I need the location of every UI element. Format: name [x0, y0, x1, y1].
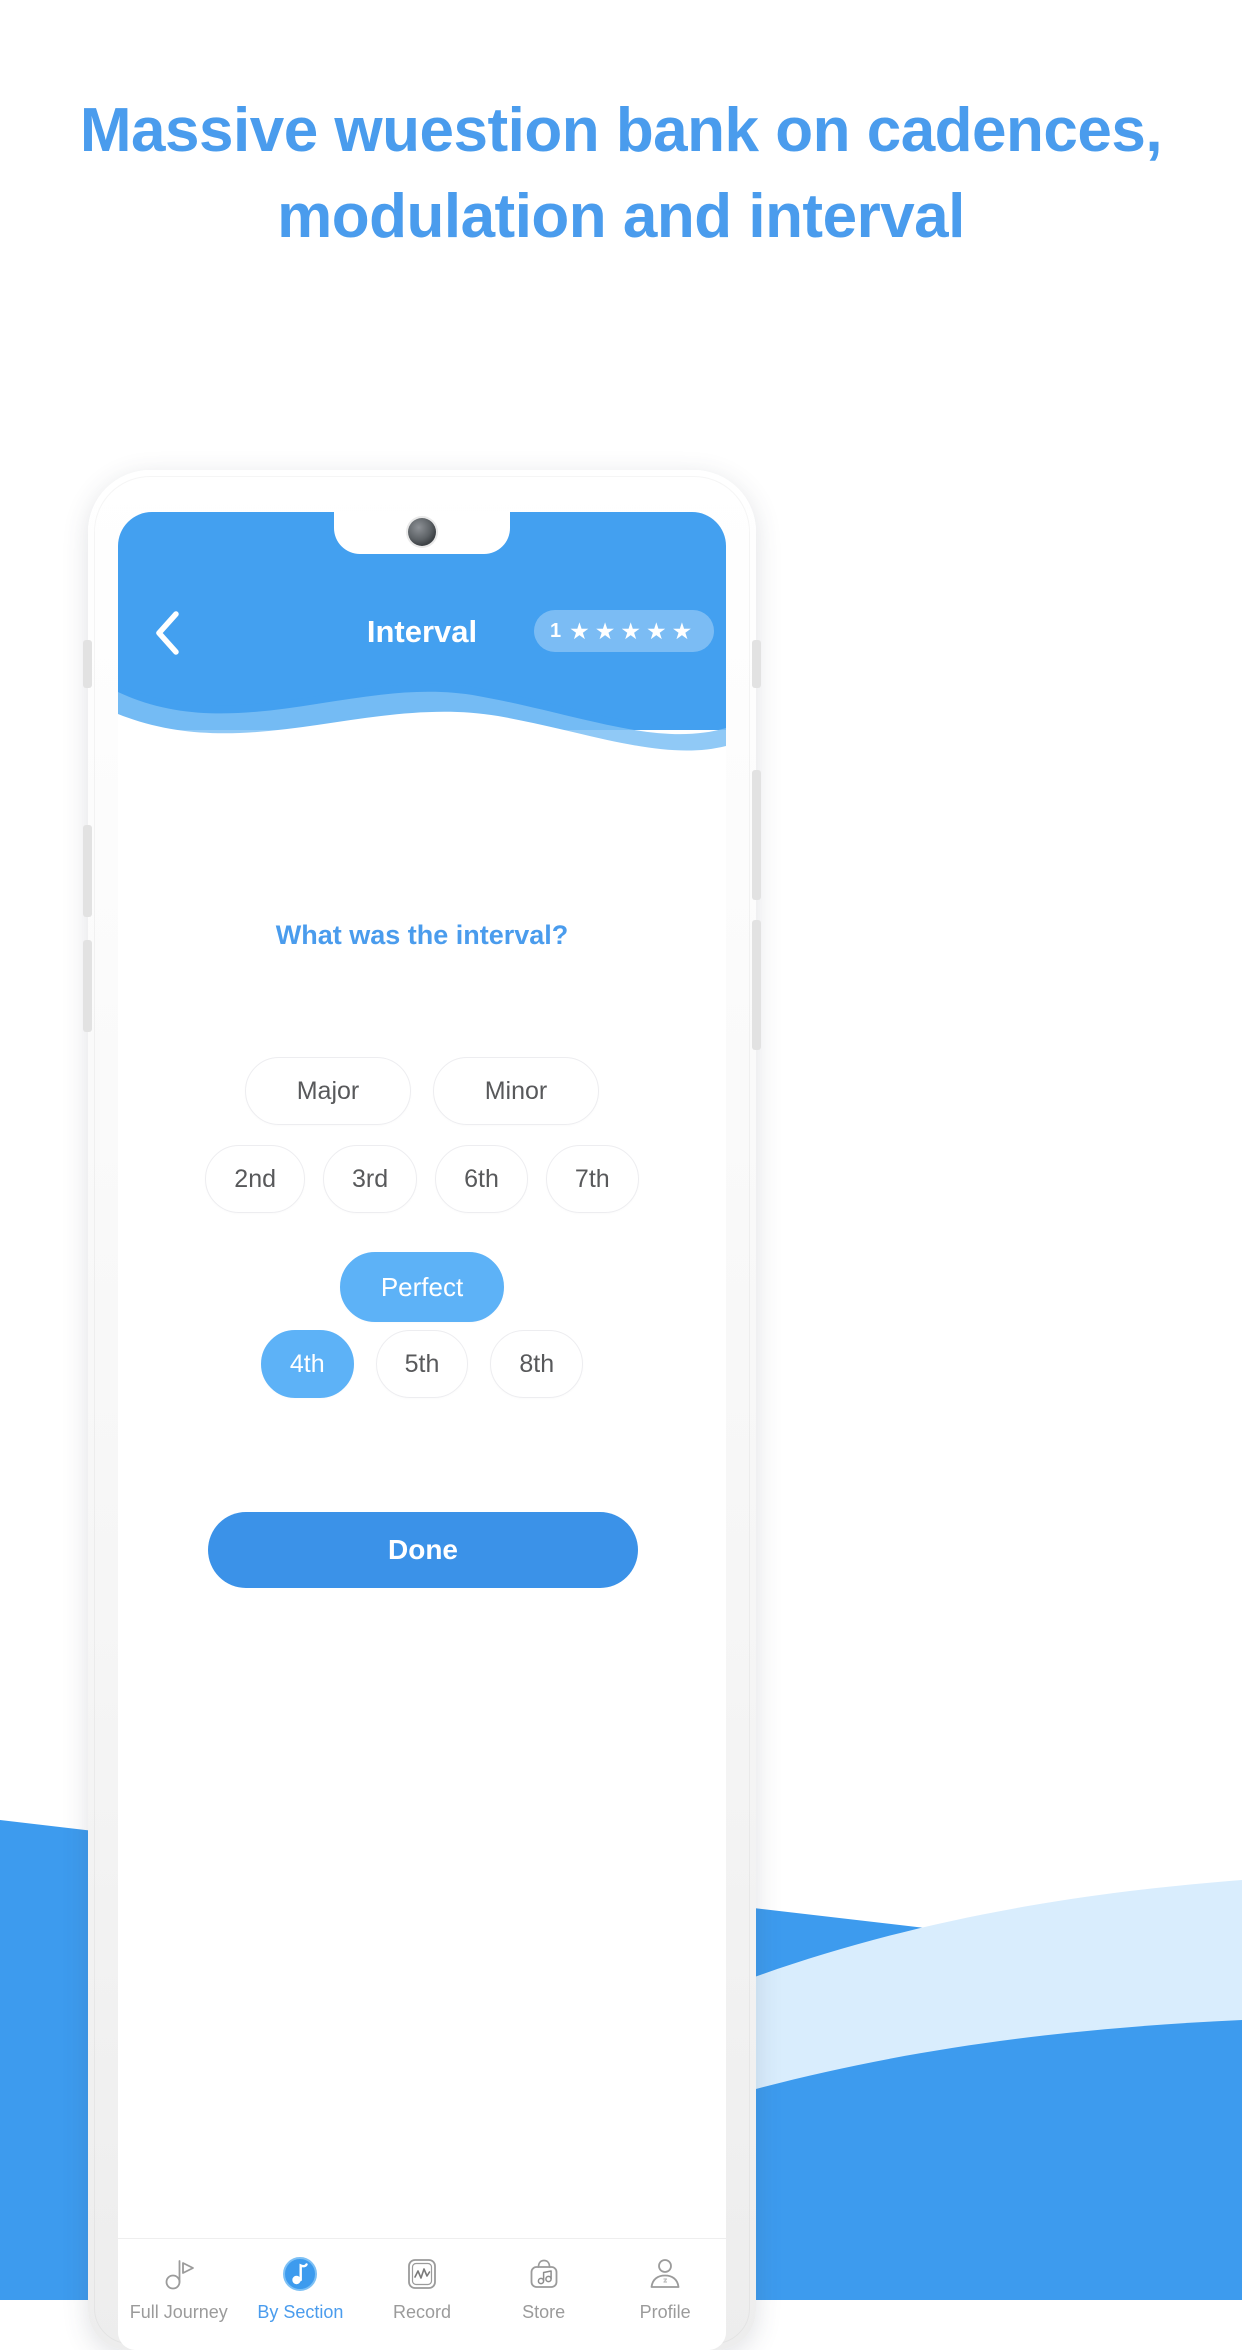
answer-row-quality: Major Minor: [118, 1057, 726, 1125]
headline-line-1: Massive wuestion bank on cadences,: [79, 96, 1163, 165]
front-camera-icon: [408, 518, 436, 546]
app-header: Interval 1 ★ ★ ★ ★ ★: [118, 512, 726, 772]
answer-row-numbers: 2nd 3rd 6th 7th: [118, 1145, 726, 1213]
phone-button-right-lower: [752, 920, 761, 1050]
level-star-badge[interactable]: 1 ★ ★ ★ ★ ★: [534, 610, 714, 652]
answer-chip-7th[interactable]: 7th: [545, 1145, 639, 1213]
answer-row-perfect-numbers: 4th 5th 8th: [118, 1330, 726, 1398]
phone-button-volume-down: [83, 940, 92, 1032]
phone-button-power: [752, 770, 761, 900]
bottom-navigation-bar: Full Journey By Section Record Store Pro…: [118, 2238, 726, 2350]
answer-chip-minor[interactable]: Minor: [433, 1057, 599, 1125]
star-icon-3: ★: [620, 617, 641, 644]
answer-chip-5th[interactable]: 5th: [375, 1330, 469, 1398]
done-button[interactable]: Done: [208, 1512, 638, 1588]
question-prompt: What was the interval?: [275, 920, 569, 950]
nav-label-record: Record: [392, 2302, 451, 2322]
music-note-play-icon: [162, 2253, 196, 2295]
promo-headline: Massive wuestion bank on cadences, modul…: [0, 100, 1242, 248]
phone-button-left-top: [83, 640, 92, 688]
answer-chip-3rd[interactable]: 3rd: [323, 1145, 418, 1213]
answer-chip-perfect[interactable]: Perfect: [340, 1252, 504, 1322]
nav-item-full-journey[interactable]: Full Journey: [120, 2253, 238, 2323]
phone-screen: Interval 1 ★ ★ ★ ★ ★ What was the interv…: [118, 512, 726, 2350]
phone-button-right-top: [752, 640, 761, 688]
shopping-bag-music-icon: [527, 2253, 561, 2295]
person-icon: [648, 2253, 682, 2295]
nav-item-profile[interactable]: Profile: [606, 2253, 724, 2323]
star-icon-5: ★: [671, 617, 693, 644]
answer-row-perfect: Perfect: [118, 1252, 726, 1322]
nav-label-by-section: By Section: [257, 2302, 344, 2322]
nav-item-by-section[interactable]: By Section: [241, 2253, 359, 2323]
answer-chip-6th[interactable]: 6th: [435, 1145, 528, 1213]
answer-chip-4th[interactable]: 4th: [260, 1330, 354, 1398]
nav-label-store: Store: [522, 2302, 566, 2322]
header-wave-decoration: [118, 662, 726, 772]
answer-chip-8th[interactable]: 8th: [490, 1330, 584, 1398]
music-note-circle-icon: [282, 2253, 318, 2295]
phone-button-volume-up: [83, 825, 92, 917]
answer-chip-2nd[interactable]: 2nd: [205, 1145, 306, 1213]
nav-item-store[interactable]: Store: [485, 2253, 603, 2323]
nav-item-record[interactable]: Record: [363, 2253, 481, 2323]
nav-label-full-journey: Full Journey: [129, 2302, 228, 2322]
nav-label-profile: Profile: [639, 2302, 691, 2322]
app-header-row: Interval 1 ★ ★ ★ ★ ★: [118, 604, 726, 664]
star-icon-1: ★: [569, 617, 590, 644]
phone-mockup: Interval 1 ★ ★ ★ ★ ★ What was the interv…: [83, 470, 761, 2350]
waveform-square-icon: [405, 2253, 439, 2295]
headline-line-2: modulation and interval: [277, 182, 965, 251]
star-icon-2: ★: [594, 617, 616, 644]
level-number: 1: [550, 619, 562, 642]
answer-chip-major[interactable]: Major: [245, 1057, 411, 1125]
star-icon-4: ★: [646, 617, 667, 644]
